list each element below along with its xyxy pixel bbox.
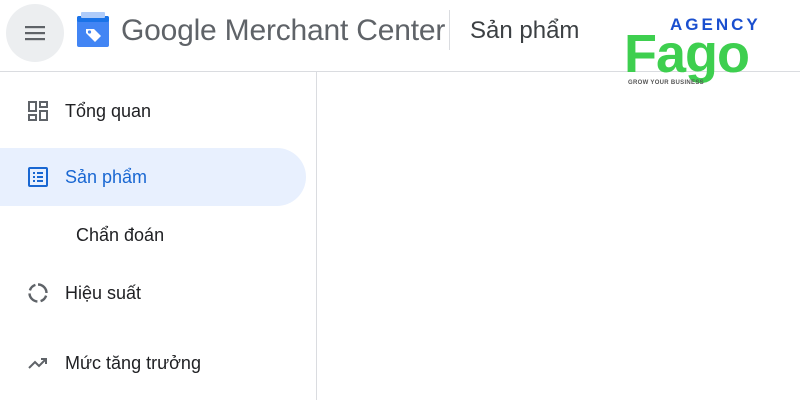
top-bar: Google Merchant Center Sản phẩm AGENCY F…	[0, 0, 800, 86]
main-menu-button[interactable]	[6, 4, 64, 62]
merchant-center-logo-icon	[77, 12, 109, 47]
sidebar-item-label: Tổng quan	[65, 100, 152, 121]
dashboard-icon	[26, 99, 50, 123]
sidebar-item-growth[interactable]: Mức tăng trưởng	[0, 334, 306, 392]
sidebar-item-label: Mức tăng trưởng	[65, 352, 201, 373]
sidebar-item-overview[interactable]: Tổng quan	[0, 82, 306, 140]
page-title: Sản phẩm	[470, 17, 580, 44]
sidebar-nav: Tổng quan Sản phẩm Chẩn đoán Hiệu suất M…	[0, 72, 317, 400]
brand-name[interactable]: Google Merchant Center	[121, 12, 445, 50]
sidebar-item-diagnostics[interactable]: Chẩn đoán	[0, 206, 306, 264]
main-content	[317, 72, 800, 400]
list-icon	[26, 165, 50, 189]
sidebar-item-products[interactable]: Sản phẩm	[0, 148, 306, 206]
donut-icon	[26, 281, 50, 305]
sidebar-item-label: Chẩn đoán	[76, 224, 165, 245]
trending-up-icon	[26, 351, 50, 375]
header-divider	[449, 10, 450, 50]
sidebar-item-performance[interactable]: Hiệu suất	[0, 264, 306, 322]
sidebar-item-label: Sản phẩm	[65, 166, 148, 187]
hamburger-menu-icon	[25, 26, 45, 41]
sidebar-item-label: Hiệu suất	[65, 282, 142, 303]
